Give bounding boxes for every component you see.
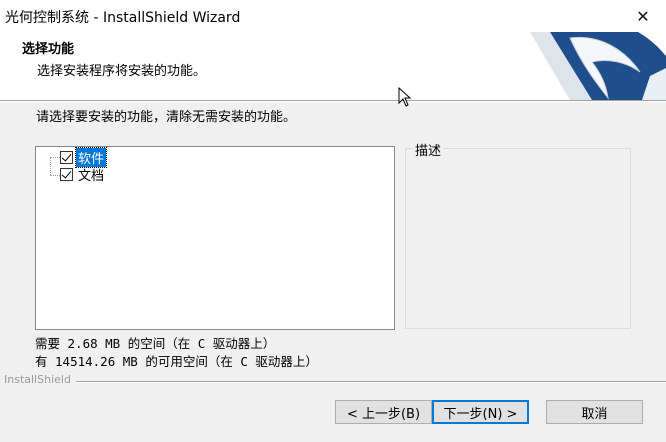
- feature-tree[interactable]: 软件 文档: [35, 146, 395, 330]
- space-required-text: 需要 2.68 MB 的空间（在 C 驱动器上）: [35, 336, 276, 351]
- description-label: 描述: [413, 140, 444, 159]
- feature-item-docs[interactable]: 文档: [60, 165, 106, 184]
- title-bar: 光何控制系统 - InstallShield Wizard ✕: [0, 0, 666, 32]
- instruction-text: 请选择要安装的功能，清除无需安装的功能。: [36, 110, 297, 125]
- installshield-logo-icon: [530, 32, 666, 100]
- feature-label[interactable]: 文档: [76, 165, 106, 184]
- description-box: [405, 148, 631, 329]
- mouse-cursor-icon: [398, 87, 412, 107]
- back-button[interactable]: < 上一步(B): [335, 400, 432, 424]
- header-separator: [0, 100, 666, 102]
- brand-label: InstallShield: [4, 373, 71, 386]
- close-icon: ✕: [636, 6, 650, 26]
- page-subtitle: 选择安装程序将安装的功能。: [37, 64, 207, 79]
- checkbox-icon[interactable]: [60, 168, 73, 181]
- checkbox-icon[interactable]: [60, 151, 73, 164]
- tree-connector: [50, 157, 51, 175]
- tree-connector: [50, 175, 60, 176]
- cancel-button[interactable]: 取消: [546, 400, 643, 424]
- window-title: 光何控制系统 - InstallShield Wizard: [5, 10, 241, 26]
- header-panel: 选择功能 选择安装程序将安装的功能。: [0, 32, 666, 100]
- feature-item-software[interactable]: 软件: [60, 147, 108, 168]
- tree-connector: [50, 157, 60, 158]
- page-title: 选择功能: [22, 42, 75, 57]
- footer-separator: [76, 381, 666, 383]
- space-available-text: 有 14514.26 MB 的可用空间（在 C 驱动器上）: [35, 354, 318, 369]
- next-button[interactable]: 下一步(N) >: [432, 400, 529, 424]
- close-button[interactable]: ✕: [620, 0, 666, 32]
